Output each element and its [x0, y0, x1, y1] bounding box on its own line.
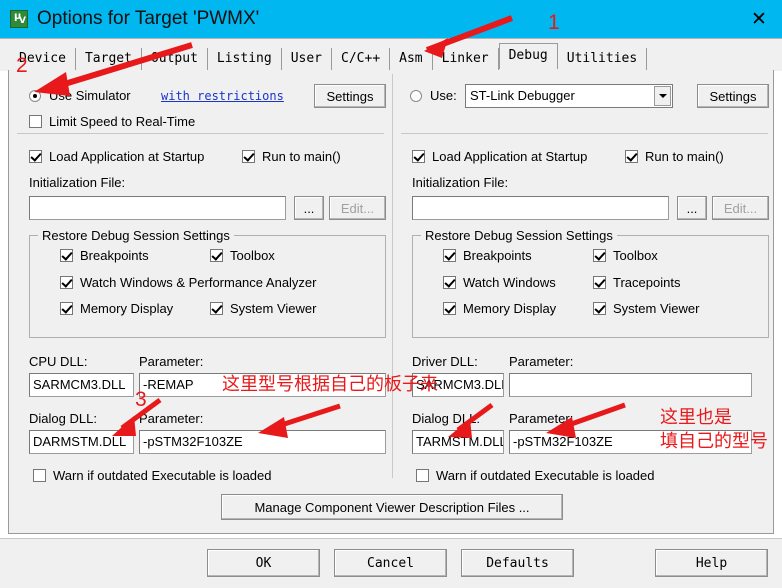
tab-utilities[interactable]: Utilities	[557, 48, 648, 71]
close-icon[interactable]: ✕	[736, 0, 782, 38]
right-breakpoints-label: Breakpoints	[463, 248, 532, 263]
right-dialog-parameter-input[interactable]: -pSTM32F103ZE	[509, 430, 752, 454]
use-simulator-label: Use Simulator	[49, 88, 131, 103]
right-run-to-main-label: Run to main()	[645, 149, 724, 164]
simulator-column: Use Simulator with restrictions Settings…	[9, 70, 392, 532]
cpu-dll-parameter-label: Parameter:	[139, 354, 204, 369]
manage-component-viewer-button[interactable]: Manage Component Viewer Description File…	[221, 494, 563, 520]
debugger-column: Use: ST-Link Debugger Settings Load Appl…	[392, 70, 775, 532]
left-memory-display-checkbox[interactable]	[60, 302, 73, 315]
left-run-to-main-label: Run to main()	[262, 149, 341, 164]
left-restore-session-title: Restore Debug Session Settings	[38, 228, 234, 243]
tab-listing[interactable]: Listing	[207, 48, 282, 71]
cpu-dll-parameter-input[interactable]: -REMAP	[139, 373, 386, 397]
left-init-file-input[interactable]	[29, 196, 286, 220]
window-title: Options for Target 'PWMX'	[37, 8, 260, 29]
left-toolbox-label: Toolbox	[230, 248, 275, 263]
tab-output[interactable]: Output	[141, 48, 208, 71]
left-warn-outdated-checkbox[interactable]	[33, 469, 46, 482]
left-dialog-parameter-label: Parameter:	[139, 411, 204, 426]
left-edit-button: Edit...	[329, 196, 386, 220]
right-memory-display-label: Memory Display	[463, 301, 557, 316]
driver-dll-parameter-input[interactable]	[509, 373, 752, 397]
left-system-viewer-label: System Viewer	[230, 301, 317, 316]
tab-debug[interactable]: Debug	[498, 43, 558, 69]
tab-target[interactable]: Target	[75, 48, 142, 71]
left-system-viewer-checkbox[interactable]	[210, 302, 223, 315]
left-memory-display-label: Memory Display	[80, 301, 174, 316]
right-edit-button: Edit...	[712, 196, 769, 220]
dialog-footer: OK Cancel Defaults Help	[0, 538, 782, 588]
tab-strip: Device Target Output Listing User C/C++ …	[0, 38, 782, 71]
right-system-viewer-checkbox[interactable]	[593, 302, 606, 315]
left-breakpoints-label: Breakpoints	[80, 248, 149, 263]
chevron-down-icon[interactable]	[654, 86, 671, 106]
right-run-to-main-checkbox[interactable]	[625, 150, 638, 163]
right-init-file-input[interactable]	[412, 196, 669, 220]
right-system-viewer-label: System Viewer	[613, 301, 700, 316]
left-watch-windows-label: Watch Windows & Performance Analyzer	[80, 275, 317, 290]
left-browse-button[interactable]: ...	[294, 196, 324, 220]
right-warn-outdated-label: Warn if outdated Executable is loaded	[436, 468, 655, 483]
use-simulator-radio[interactable]	[29, 90, 41, 102]
limit-speed-label: Limit Speed to Real-Time	[49, 114, 196, 129]
driver-dll-parameter-label: Parameter:	[509, 354, 574, 369]
with-restrictions-link[interactable]: with restrictions	[161, 89, 284, 103]
left-load-app-checkbox[interactable]	[29, 150, 42, 163]
left-dialog-dll-label: Dialog DLL:	[29, 411, 97, 426]
right-warn-outdated-checkbox[interactable]	[416, 469, 429, 482]
tab-device[interactable]: Device	[10, 48, 76, 71]
simulator-settings-button[interactable]: Settings	[314, 84, 386, 108]
right-browse-button[interactable]: ...	[677, 196, 707, 220]
right-load-app-checkbox[interactable]	[412, 150, 425, 163]
debug-tab-page: Use Simulator with restrictions Settings…	[8, 70, 774, 534]
title-bar: µV Options for Target 'PWMX' ✕	[0, 0, 782, 38]
right-dialog-dll-label: Dialog DLL:	[412, 411, 480, 426]
right-tracepoints-label: Tracepoints	[613, 275, 681, 290]
cpu-dll-label: CPU DLL:	[29, 354, 88, 369]
defaults-button[interactable]: Defaults	[461, 549, 574, 577]
tab-asm[interactable]: Asm	[390, 48, 433, 71]
uvision-icon: µV	[10, 10, 28, 28]
debugger-settings-button[interactable]: Settings	[697, 84, 769, 108]
use-debugger-radio[interactable]	[410, 90, 422, 102]
right-load-app-label: Load Application at Startup	[432, 149, 588, 164]
right-dialog-parameter-label: Parameter:	[509, 411, 574, 426]
debugger-select[interactable]: ST-Link Debugger	[465, 84, 673, 108]
right-tracepoints-checkbox[interactable]	[593, 276, 606, 289]
driver-dll-label: Driver DLL:	[412, 354, 478, 369]
right-watch-windows-checkbox[interactable]	[443, 276, 456, 289]
right-memory-display-checkbox[interactable]	[443, 302, 456, 315]
left-toolbox-checkbox[interactable]	[210, 249, 223, 262]
right-restore-session-group: Restore Debug Session Settings Breakpoin…	[412, 228, 769, 338]
right-toolbox-label: Toolbox	[613, 248, 658, 263]
left-load-app-label: Load Application at Startup	[49, 149, 205, 164]
use-debugger-label: Use:	[430, 88, 457, 103]
left-breakpoints-checkbox[interactable]	[60, 249, 73, 262]
left-watch-windows-checkbox[interactable]	[60, 276, 73, 289]
right-dialog-dll-input[interactable]: TARMSTM.DLL	[412, 430, 504, 454]
left-dialog-dll-input[interactable]: DARMSTM.DLL	[29, 430, 134, 454]
cpu-dll-input[interactable]: SARMCM3.DLL	[29, 373, 134, 397]
cancel-button[interactable]: Cancel	[334, 549, 447, 577]
driver-dll-input[interactable]: SARMCM3.DLL	[412, 373, 504, 397]
left-dialog-parameter-input[interactable]: -pSTM32F103ZE	[139, 430, 386, 454]
tab-c-cpp[interactable]: C/C++	[332, 48, 391, 71]
right-watch-windows-label: Watch Windows	[463, 275, 556, 290]
left-run-to-main-checkbox[interactable]	[242, 150, 255, 163]
left-warn-outdated-label: Warn if outdated Executable is loaded	[53, 468, 272, 483]
tab-linker[interactable]: Linker	[432, 48, 499, 71]
tab-user[interactable]: User	[281, 48, 333, 71]
right-init-file-label: Initialization File:	[412, 175, 509, 190]
left-init-file-label: Initialization File:	[29, 175, 126, 190]
right-breakpoints-checkbox[interactable]	[443, 249, 456, 262]
help-button[interactable]: Help	[655, 549, 768, 577]
limit-speed-checkbox[interactable]	[29, 115, 42, 128]
left-restore-session-group: Restore Debug Session Settings Breakpoin…	[29, 228, 386, 338]
right-restore-session-title: Restore Debug Session Settings	[421, 228, 617, 243]
right-toolbox-checkbox[interactable]	[593, 249, 606, 262]
ok-button[interactable]: OK	[207, 549, 320, 577]
